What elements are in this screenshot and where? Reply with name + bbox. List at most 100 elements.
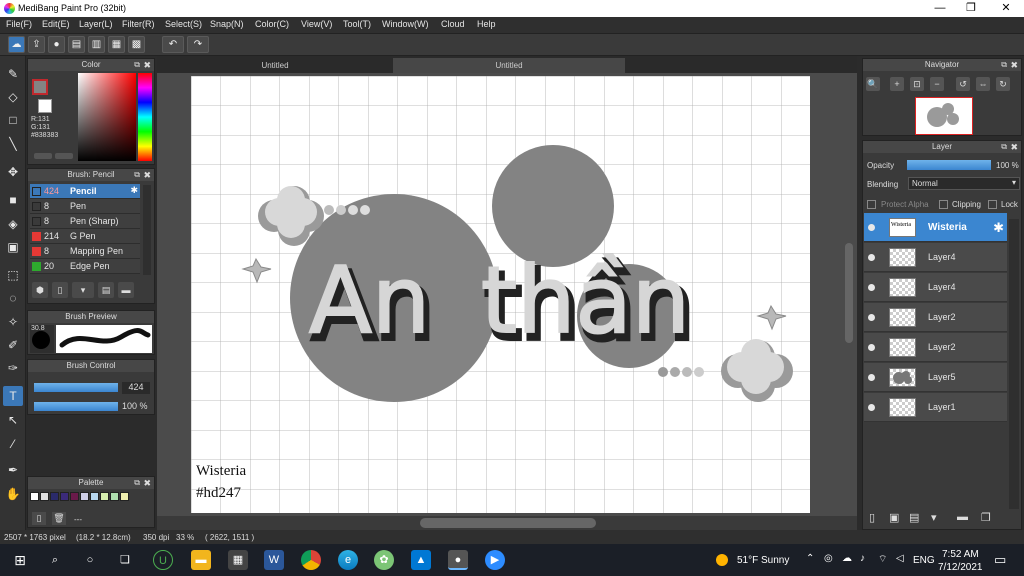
protect-alpha-checkbox[interactable] [867,200,876,209]
word-icon[interactable]: W [264,550,284,570]
magic-wand-icon[interactable]: ✧ [3,312,23,332]
edge-icon[interactable]: e [338,550,358,570]
grid-icon[interactable]: ▩ [128,36,145,53]
menu-edit[interactable]: Edit(E) [42,19,70,29]
brush-opacity-slider[interactable] [34,402,118,411]
eye-icon[interactable] [868,254,875,261]
mic-icon[interactable]: ♪ [860,553,865,564]
color-picker-area[interactable] [78,73,136,161]
volume-icon[interactable]: ◁ [896,553,904,564]
pin-icon[interactable]: ⧉ [134,169,140,181]
horizontal-scrollbar-track[interactable] [157,516,857,530]
file-explorer-icon[interactable]: ▬ [191,550,211,570]
network-icon[interactable]: ◎ [824,553,833,564]
layer-row-layer4-a[interactable]: Layer4 [864,243,1007,272]
chrome-icon[interactable] [301,550,321,570]
eraser-icon[interactable]: ◇ [3,87,23,107]
medibang-taskbar-icon[interactable]: ● [448,550,468,570]
text-icon[interactable]: T [3,386,23,406]
store-icon[interactable]: ▦ [228,550,248,570]
palette-swatch[interactable] [40,492,49,501]
vertical-scrollbar[interactable] [845,243,853,343]
flip-icon[interactable]: ⇔ [976,77,990,91]
rotate-left-icon[interactable]: ↺ [956,77,970,91]
folder-icon[interactable]: ▬ [118,282,134,298]
zoom-out-icon[interactable]: − [930,77,944,91]
layer-opacity-slider[interactable] [907,160,991,170]
close-icon[interactable]: ✖ [1010,59,1018,71]
blending-select[interactable]: Normal ▾ [908,177,1020,190]
page-icon[interactable]: ▥ [88,36,105,53]
clipping-checkbox[interactable] [939,200,948,209]
new-layer-1bit-icon[interactable]: ▤ [909,511,919,524]
brush-size-slider[interactable] [34,383,118,392]
new-layer-8bit-icon[interactable]: ▣ [889,511,899,524]
tab-untitled-1[interactable]: Untitled [159,58,391,73]
lasso-icon[interactable]: ◌ [3,288,23,308]
layer-row-wisteria[interactable]: Wisteria Wisteria ✱ [864,213,1007,242]
menu-snap[interactable]: Snap(N) [210,19,244,29]
eyedropper-icon[interactable]: ⁄ [3,434,23,454]
folder-icon[interactable]: ▬ [957,511,968,523]
app-u-icon[interactable]: U [153,550,173,570]
search-icon[interactable]: 🔍 [866,77,880,91]
eye-icon[interactable] [868,284,875,291]
brush-item-g-pen[interactable]: 214 G Pen [30,229,140,244]
layer-row-layer4-b[interactable]: Layer4 [864,273,1007,302]
tab-untitled-2[interactable]: Untitled [393,58,625,73]
move-icon[interactable]: ✥ [3,162,23,182]
menu-file[interactable]: File(F) [6,19,32,29]
palette-swatch[interactable] [50,492,59,501]
primary-color-swatch[interactable] [32,79,48,95]
zoom-in-icon[interactable]: + [890,77,904,91]
menu-help[interactable]: Help [477,19,496,29]
close-icon[interactable]: ✖ [143,59,151,71]
navigator-thumbnail[interactable] [915,97,973,135]
select-eraser-icon[interactable]: ✑ [3,358,23,378]
restore-button[interactable]: ❐ [954,0,988,17]
menu-window[interactable]: Window(W) [382,19,429,29]
eye-icon[interactable] [868,404,875,411]
pin-icon[interactable]: ⧉ [1001,141,1007,153]
brush-size-value[interactable]: 424 [122,382,150,394]
pin-icon[interactable]: ⧉ [134,59,140,71]
duplicate-layer-icon[interactable]: ❐ [981,511,991,524]
secondary-color-swatch[interactable] [38,99,52,113]
layer-row-layer5[interactable]: Layer5 [864,363,1007,392]
palette-swatch[interactable] [70,492,79,501]
eye-icon[interactable] [868,344,875,351]
operation-icon[interactable]: ↖ [3,410,23,430]
minimize-button[interactable]: — [923,0,957,17]
gradient-icon[interactable]: ▣ [3,237,23,257]
hue-slider[interactable] [138,73,152,161]
rect-icon[interactable]: ■ [3,190,23,210]
share-icon[interactable]: ⇪ [28,36,45,53]
notification-icon[interactable]: ▭ [994,552,1006,568]
canvas-area[interactable]: An An thần thần Wisteria #hd247 [157,73,857,530]
pin-icon[interactable]: ⧉ [1001,59,1007,71]
palette-swatch[interactable] [110,492,119,501]
menu-view[interactable]: View(V) [301,19,332,29]
brush-item-edge-pen[interactable]: 20 Edge Pen [30,259,140,274]
eye-icon[interactable] [868,224,875,231]
search-icon[interactable]: ⌕ [45,550,65,570]
chevron-up-icon[interactable]: ⌃ [806,553,814,564]
cloud-icon[interactable]: ☁ [8,36,25,53]
select-pen-icon[interactable]: ✐ [3,335,23,355]
cortana-icon[interactable]: ○ [80,550,100,570]
gear-icon[interactable]: ✱ [130,185,138,196]
rotate-right-icon[interactable]: ↻ [996,77,1010,91]
eye-icon[interactable] [868,374,875,381]
palette-swatch[interactable] [90,492,99,501]
panels-icon[interactable]: ▦ [108,36,125,53]
language-indicator[interactable]: ENG [913,555,935,566]
layer-menu-icon[interactable]: ▾ [931,511,937,524]
layer-list-scrollbar[interactable] [1009,219,1019,509]
palette-swatch[interactable] [120,492,129,501]
wifi-icon[interactable]: ⌔ [878,553,887,566]
palette-swatch[interactable] [100,492,109,501]
brush-item-pen[interactable]: 8 Pen [30,199,140,214]
brush-settings-icon[interactable]: ▤ [98,282,114,298]
select-rect-icon[interactable]: ⬚ [3,265,23,285]
windows-start-icon[interactable]: ⊞ [10,550,30,570]
